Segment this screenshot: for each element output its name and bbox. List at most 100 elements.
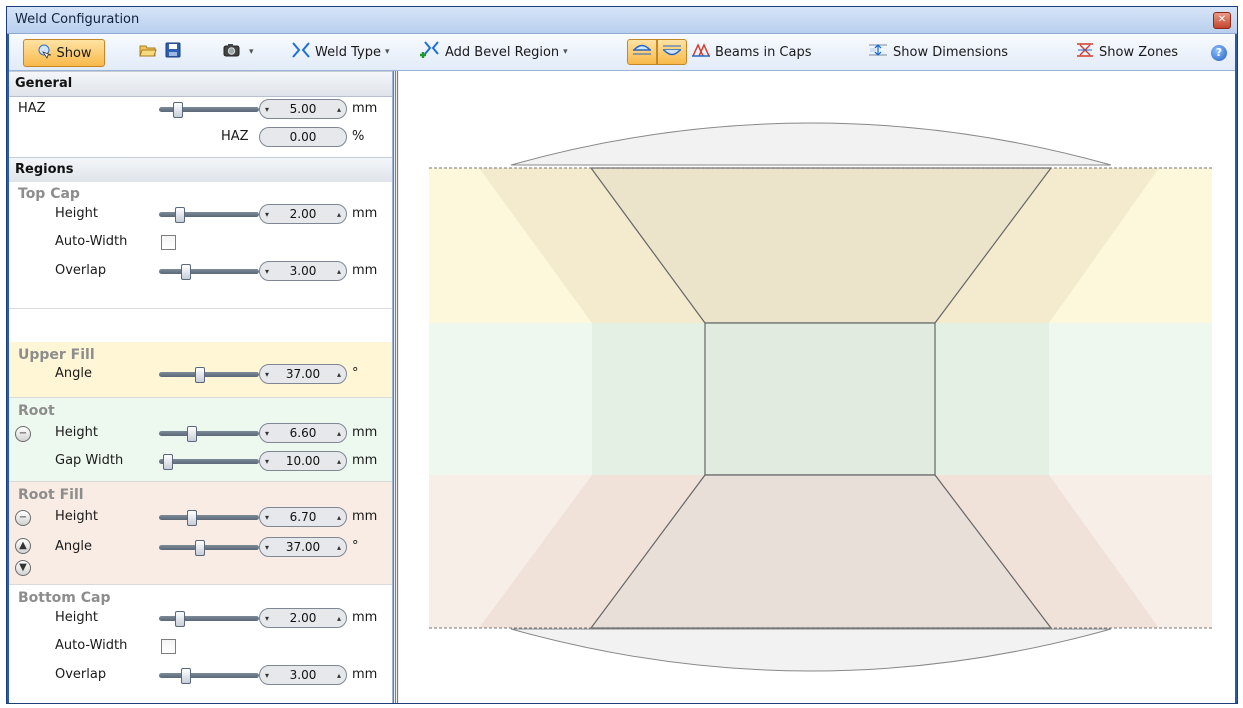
haz-percent-label: HAZ	[221, 129, 249, 144]
beams-label: Beams in Caps	[715, 44, 812, 60]
bottom-cap-height-spinner[interactable]: ▾ 2.00 ▴	[259, 608, 347, 628]
decrement-icon[interactable]: ▾	[260, 267, 274, 276]
root-height-unit: mm	[352, 425, 378, 440]
weld-diagram-svg	[429, 122, 1212, 672]
decrement-icon[interactable]: ▾	[260, 105, 274, 114]
upper-fill-angle-spinner[interactable]: ▾ 37.00 ▴	[259, 364, 347, 384]
bottom-cap-toggle[interactable]	[657, 39, 687, 65]
root-fill-angle-unit: °	[352, 539, 359, 554]
upper-fill-angle-slider[interactable]	[159, 367, 259, 383]
top-cap-auto-width-checkbox[interactable]	[161, 235, 176, 250]
decrement-icon[interactable]: ▾	[260, 210, 274, 219]
increment-icon[interactable]: ▴	[332, 429, 346, 438]
root-fill-angle-spinner[interactable]: ▾ 37.00 ▴	[259, 537, 347, 557]
bottom-cap-height-label: Height	[55, 610, 98, 625]
bottom-cap-overlap-slider[interactable]	[159, 668, 259, 684]
increment-icon[interactable]: ▴	[332, 513, 346, 522]
increment-icon[interactable]: ▴	[332, 370, 346, 379]
root-gap-width-slider[interactable]	[159, 454, 259, 470]
root-height-spinner[interactable]: ▾ 6.60 ▴	[259, 423, 347, 443]
root-fill-height-label: Height	[55, 509, 98, 524]
haz-unit: mm	[352, 101, 378, 116]
collapse-icon[interactable]: −	[15, 510, 31, 526]
open-icon	[139, 42, 157, 62]
show-button[interactable]: Show	[23, 39, 105, 67]
chevron-down-icon: ▾	[384, 47, 390, 57]
haz-spinner[interactable]: ▾ 5.00 ▴	[259, 99, 347, 119]
camera-button[interactable]: ▾	[223, 40, 254, 64]
show-zones-button[interactable]: Show Zones	[1075, 40, 1178, 64]
bottom-cap-height-unit: mm	[352, 610, 378, 625]
top-cap-region: Top Cap Height ▾ 2.00 ▴ mm Auto-Width Over…	[9, 182, 392, 309]
increment-icon[interactable]: ▴	[332, 210, 346, 219]
move-down-icon[interactable]: ▼	[15, 560, 31, 576]
chevron-down-icon: ▾	[563, 47, 568, 57]
root-fill-angle-slider[interactable]	[159, 540, 259, 556]
root-fill-title: Root Fill	[18, 487, 84, 503]
bottom-cap-region: Bottom Cap Height ▾ 2.00 ▴ mm Auto-Width O…	[9, 585, 392, 703]
decrement-icon[interactable]: ▾	[260, 370, 274, 379]
increment-icon[interactable]: ▴	[332, 671, 346, 680]
root-fill-height-spinner[interactable]: ▾ 6.70 ▴	[259, 507, 347, 527]
increment-icon[interactable]: ▴	[332, 614, 346, 623]
decrement-icon[interactable]: ▾	[260, 457, 274, 466]
decrement-icon[interactable]: ▾	[260, 513, 274, 522]
save-button[interactable]	[165, 40, 185, 64]
add-bevel-region-button[interactable]: Add Bevel Region ▾	[419, 40, 568, 64]
weld-type-button[interactable]: Weld Type ▾	[291, 40, 389, 64]
bottom-cap-auto-width-checkbox[interactable]	[161, 639, 176, 654]
move-up-icon[interactable]: ▲	[15, 538, 31, 554]
window-title: Weld Configuration	[15, 12, 140, 27]
top-cap-overlap-slider[interactable]	[159, 264, 259, 280]
upper-fill-region: Upper Fill Angle ▾ 37.00 ▴ °	[9, 342, 392, 398]
top-cap-auto-width-label: Auto-Width	[55, 234, 128, 249]
root-gap-width-spinner[interactable]: ▾ 10.00 ▴	[259, 451, 347, 471]
save-icon	[165, 42, 181, 62]
bottom-cap-height-slider[interactable]	[159, 611, 259, 627]
properties-panel: General HAZ ▾ 5.00 ▴ mm HAZ 0.00 % Regions…	[9, 71, 393, 703]
cap-top-icon	[632, 42, 652, 62]
haz-percent-field[interactable]: 0.00	[259, 127, 347, 147]
camera-icon	[223, 42, 241, 62]
weld-type-label: Weld Type	[315, 44, 381, 60]
close-icon[interactable]: ✕	[1213, 12, 1231, 29]
increment-icon[interactable]: ▴	[332, 267, 346, 276]
bottom-cap-overlap-spinner[interactable]: ▾ 3.00 ▴	[259, 665, 347, 685]
upper-fill-angle-label: Angle	[55, 366, 92, 381]
upper-fill-title: Upper Fill	[18, 347, 95, 363]
help-icon[interactable]: ?	[1211, 45, 1227, 61]
top-cap-overlap-spinner[interactable]: ▾ 3.00 ▴	[259, 261, 347, 281]
decrement-icon[interactable]: ▾	[260, 543, 274, 552]
top-cap-height-slider[interactable]	[159, 207, 259, 223]
beams-icon	[691, 42, 711, 62]
increment-icon[interactable]: ▴	[332, 457, 346, 466]
dimensions-icon	[867, 42, 889, 62]
chevron-down-icon: ▾	[249, 47, 254, 57]
top-cap-overlap-label: Overlap	[55, 263, 107, 278]
open-button[interactable]	[139, 40, 161, 64]
bottom-cap-auto-width-label: Auto-Width	[55, 638, 128, 653]
beams-in-caps-button[interactable]: Beams in Caps	[691, 40, 812, 64]
show-dimensions-button[interactable]: Show Dimensions	[867, 40, 1008, 64]
add-bevel-icon	[419, 40, 441, 64]
root-fill-region: Root Fill − Height ▾ 6.70 ▴ mm ▲ Angle ▾ 37…	[9, 482, 392, 585]
increment-icon[interactable]: ▴	[332, 105, 346, 114]
toolbar: Show ▾ Weld Type ▾ Add Bevel Region ▾ Be…	[9, 34, 1235, 71]
top-cap-height-label: Height	[55, 206, 98, 221]
cap-bottom-icon	[662, 42, 682, 62]
top-cap-toggle[interactable]	[627, 39, 657, 65]
decrement-icon[interactable]: ▾	[260, 429, 274, 438]
haz-slider[interactable]	[159, 102, 259, 118]
bottom-cap-overlap-label: Overlap	[55, 667, 107, 682]
increment-icon[interactable]: ▴	[332, 543, 346, 552]
decrement-icon[interactable]: ▾	[260, 614, 274, 623]
show-label: Show	[56, 45, 92, 61]
collapse-icon[interactable]: −	[15, 426, 31, 442]
root-fill-height-slider[interactable]	[159, 510, 259, 526]
root-gap-width-unit: mm	[352, 453, 378, 468]
decrement-icon[interactable]: ▾	[260, 671, 274, 680]
root-height-slider[interactable]	[159, 426, 259, 442]
root-title: Root	[18, 403, 55, 419]
top-cap-height-spinner[interactable]: ▾ 2.00 ▴	[259, 204, 347, 224]
regions-header: Regions	[9, 157, 392, 183]
